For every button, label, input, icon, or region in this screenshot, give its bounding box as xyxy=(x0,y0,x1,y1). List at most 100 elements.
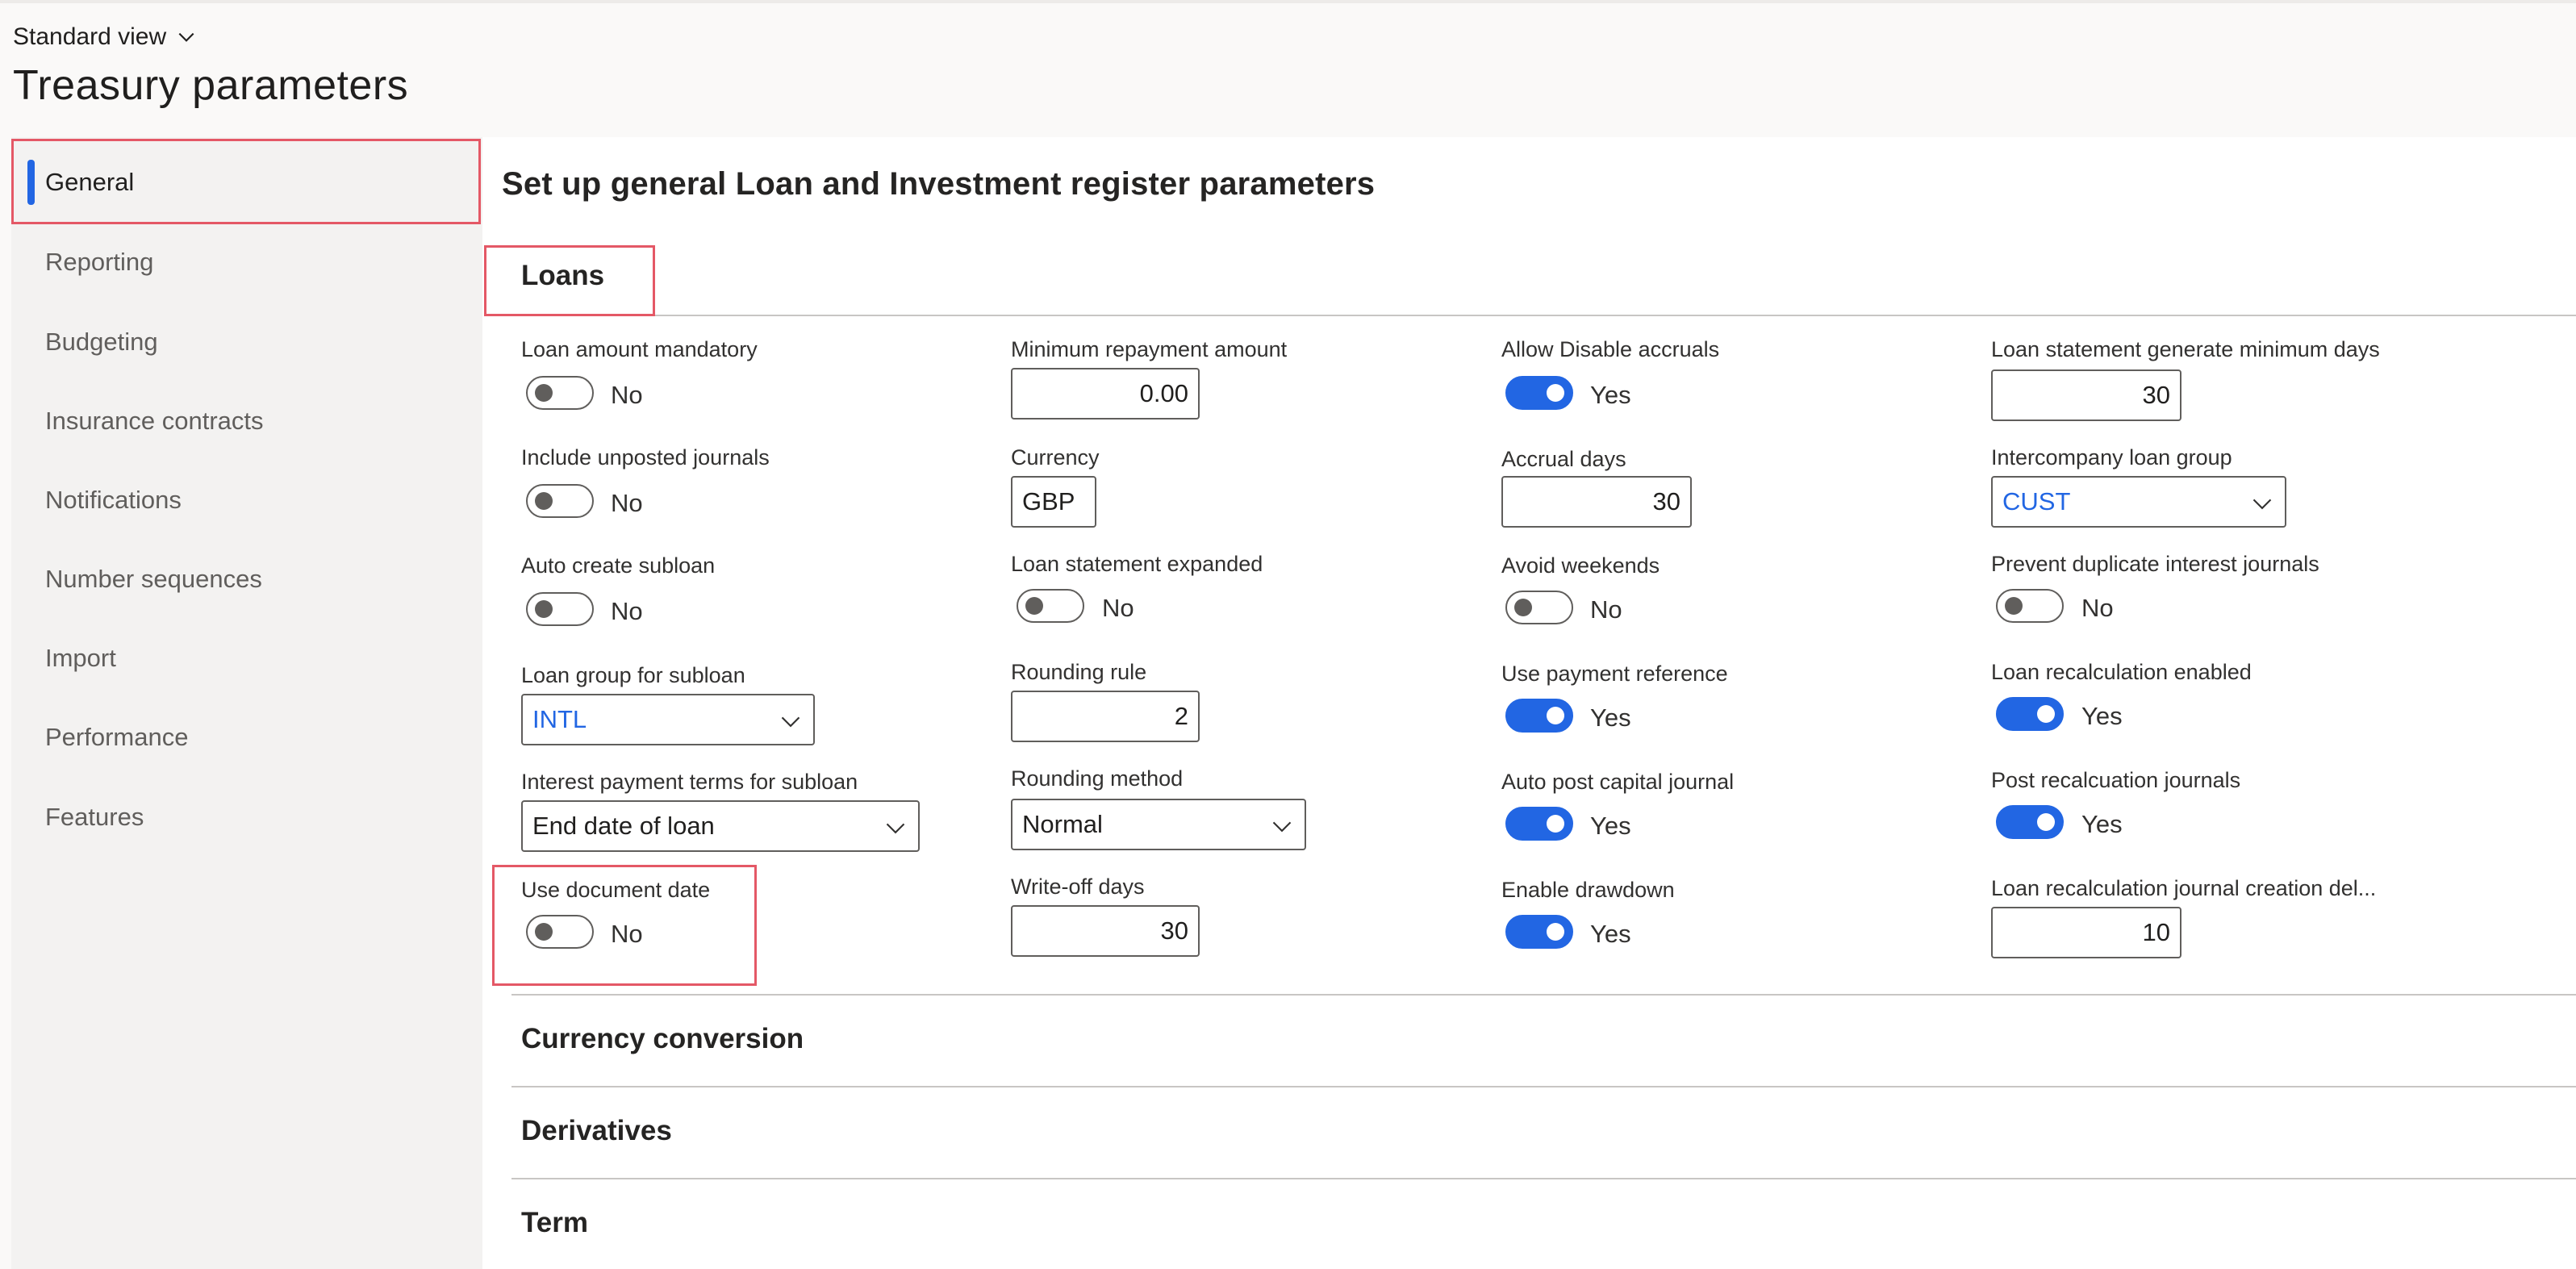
chevron-down-icon xyxy=(886,823,905,834)
toggle-value: Yes xyxy=(1590,920,1631,948)
intercompany-loan-group-select[interactable]: CUST xyxy=(1991,476,2286,528)
toggle-value: No xyxy=(611,920,643,948)
field-label: Enable drawdown xyxy=(1501,878,1675,902)
toggle-value: No xyxy=(1102,594,1134,622)
field-label: Rounding rule xyxy=(1011,660,1147,684)
toggle-value: No xyxy=(2081,594,2114,622)
content-pane: Set up general Loan and Investment regis… xyxy=(482,137,2576,1269)
toggle-knob xyxy=(1547,923,1564,941)
nav-item-reporting[interactable]: Reporting xyxy=(11,222,482,303)
divider xyxy=(511,1178,2576,1179)
view-selector[interactable]: Standard view xyxy=(13,21,197,53)
field-label: Auto create subloan xyxy=(521,553,716,578)
field-label: Loan recalculation enabled xyxy=(1991,660,2252,684)
enable-drawdown-toggle[interactable] xyxy=(1505,915,1573,949)
avoid-weekends-toggle[interactable] xyxy=(1505,591,1573,624)
accrual-days-input[interactable]: 30 xyxy=(1501,476,1692,528)
field-label: Allow Disable accruals xyxy=(1501,337,1720,361)
write-off-days-input[interactable]: 30 xyxy=(1011,905,1200,957)
divider xyxy=(511,994,2576,996)
select-value: CUST xyxy=(2002,487,2071,516)
toggle-knob xyxy=(2005,597,2023,615)
nav-item-performance[interactable]: Performance xyxy=(11,697,482,778)
field-label: Include unposted journals xyxy=(521,445,770,470)
nav-item-notifications[interactable]: Notifications xyxy=(11,460,482,541)
field-label: Use payment reference xyxy=(1501,662,1728,686)
nav-item-label: Performance xyxy=(45,723,189,751)
divider xyxy=(502,315,2576,316)
toggle-knob xyxy=(2037,705,2055,723)
auto-post-capital-journal-toggle[interactable] xyxy=(1505,807,1573,841)
field-label: Currency xyxy=(1011,445,1100,470)
loan-amount-mandatory-toggle[interactable] xyxy=(526,376,594,410)
rounding-rule-input[interactable]: 2 xyxy=(1011,691,1200,742)
field-label: Loan statement expanded xyxy=(1011,552,1263,576)
nav-item-label: Features xyxy=(45,803,144,831)
field-label: Auto post capital journal xyxy=(1501,770,1735,794)
toggle-value: No xyxy=(611,381,643,409)
nav-item-import[interactable]: Import xyxy=(11,618,482,699)
tab-derivatives[interactable]: Derivatives xyxy=(521,1115,672,1147)
nav-item-label: Budgeting xyxy=(45,328,158,356)
toggle-knob xyxy=(1514,599,1532,616)
section-title: Set up general Loan and Investment regis… xyxy=(502,166,1376,202)
nav-item-number-sequences[interactable]: Number sequences xyxy=(11,539,482,620)
field-label: Loan amount mandatory xyxy=(521,337,758,361)
view-selector-label: Standard view xyxy=(13,23,167,50)
currency-input[interactable]: GBP xyxy=(1011,476,1096,528)
loan-statement-expanded-toggle[interactable] xyxy=(1017,589,1084,623)
toggle-value: Yes xyxy=(1590,381,1631,409)
loan-recalc-creation-delay-input[interactable]: 10 xyxy=(1991,907,2181,958)
toggle-value: No xyxy=(611,489,643,517)
nav-item-label: Number sequences xyxy=(45,565,262,593)
use-document-date-toggle[interactable] xyxy=(526,915,594,949)
nav-item-budgeting[interactable]: Budgeting xyxy=(11,302,482,382)
loan-statement-min-days-input[interactable]: 30 xyxy=(1991,369,2181,421)
interest-payment-terms-select[interactable]: End date of loan xyxy=(521,800,920,852)
nav-item-features[interactable]: Features xyxy=(11,777,482,858)
toggle-knob xyxy=(1025,597,1043,615)
loan-group-for-subloan-select[interactable]: INTL xyxy=(521,694,815,745)
rounding-method-select[interactable]: Normal xyxy=(1011,799,1306,850)
include-unposted-journals-toggle[interactable] xyxy=(526,484,594,518)
toggle-knob xyxy=(535,600,553,618)
tab-currency-conversion[interactable]: Currency conversion xyxy=(521,1023,804,1055)
field-label: Loan recalculation journal creation del.… xyxy=(1991,876,2377,900)
nav-item-insurance-contracts[interactable]: Insurance contracts xyxy=(11,381,482,461)
prevent-duplicate-interest-toggle[interactable] xyxy=(1996,589,2064,623)
toggle-value: Yes xyxy=(1590,703,1631,732)
auto-create-subloan-toggle[interactable] xyxy=(526,592,594,626)
allow-disable-accruals-toggle[interactable] xyxy=(1505,376,1573,410)
field-label: Intercompany loan group xyxy=(1991,445,2232,470)
nav-item-label: Insurance contracts xyxy=(45,407,264,435)
field-label: Post recalcuation journals xyxy=(1991,768,2241,792)
toggle-knob xyxy=(1547,384,1564,402)
toggle-value: Yes xyxy=(2081,810,2123,838)
divider xyxy=(511,1086,2576,1087)
toggle-value: Yes xyxy=(2081,702,2123,730)
selected-indicator xyxy=(27,160,35,205)
field-label: Interest payment terms for subloan xyxy=(521,770,858,794)
nav-item-label: Reporting xyxy=(45,248,154,276)
tab-term[interactable]: Term xyxy=(521,1207,588,1239)
field-label: Loan group for subloan xyxy=(521,663,745,687)
select-value: INTL xyxy=(532,705,587,733)
chevron-down-icon xyxy=(2252,499,2272,510)
nav-item-label: Notifications xyxy=(45,486,182,514)
field-label: Rounding method xyxy=(1011,766,1184,791)
post-recalc-journals-toggle[interactable] xyxy=(1996,805,2064,839)
toggle-value: No xyxy=(1590,595,1622,624)
field-label: Loan statement generate minimum days xyxy=(1991,337,2380,361)
loan-recalc-enabled-toggle[interactable] xyxy=(1996,697,2064,731)
use-payment-reference-toggle[interactable] xyxy=(1505,699,1573,733)
toggle-knob xyxy=(535,384,553,402)
toggle-knob xyxy=(1547,815,1564,833)
nav-item-general[interactable]: General xyxy=(11,142,482,223)
toggle-knob xyxy=(2037,813,2055,831)
minimum-repayment-amount-input[interactable]: 0.00 xyxy=(1011,368,1200,420)
nav-item-label: General xyxy=(45,168,135,196)
tab-loans[interactable]: Loans xyxy=(521,260,604,292)
toggle-value: No xyxy=(611,597,643,625)
select-value: End date of loan xyxy=(532,812,715,840)
toggle-knob xyxy=(535,492,553,510)
